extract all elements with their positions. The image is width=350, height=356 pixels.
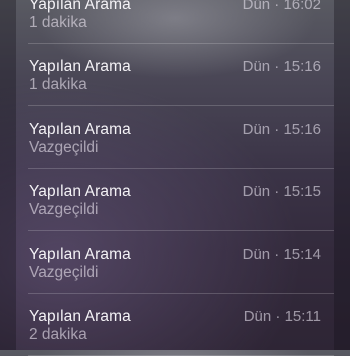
call-type: Yapılan Arama <box>29 183 131 200</box>
call-type: Yapılan Arama <box>29 58 131 75</box>
call-detail: 1 dakika <box>29 14 87 31</box>
call-type: Yapılan Arama <box>29 0 131 13</box>
call-detail: 1 dakika <box>29 76 87 93</box>
call-type: Yapılan Arama <box>29 121 131 138</box>
call-time: Dün · 15:16 <box>242 121 321 138</box>
call-detail: Vazgeçildi <box>29 264 99 281</box>
left-edge-shade <box>0 0 16 350</box>
call-time: Dün · 16:02 <box>242 0 321 13</box>
call-row[interactable]: Yapılan Arama Vazgeçildi Dün · 15:15 <box>16 169 334 231</box>
call-detail: Vazgeçildi <box>29 201 99 218</box>
call-row[interactable]: Yapılan Arama 1 dakika Dün · 16:02 <box>16 0 334 44</box>
recent-calls-list: Yapılan Arama 1 dakika Dün · 16:02 Yapıl… <box>16 0 334 356</box>
call-row[interactable]: Yapılan Arama Vazgeçildi Dün · 15:16 <box>16 107 334 169</box>
call-detail: 2 dakika <box>29 326 87 343</box>
call-row[interactable]: Yapılan Arama 2 dakika Dün · 15:11 <box>16 294 334 356</box>
call-detail: Vazgeçildi <box>29 139 99 156</box>
call-time: Dün · 15:14 <box>242 246 321 263</box>
call-row[interactable]: Yapılan Arama 1 dakika Dün · 15:16 <box>16 44 334 106</box>
call-type: Yapılan Arama <box>29 308 131 325</box>
call-time: Dün · 15:11 <box>243 308 321 325</box>
call-row[interactable]: Yapılan Arama Vazgeçildi Dün · 15:14 <box>16 232 334 294</box>
call-type: Yapılan Arama <box>29 246 131 263</box>
call-time: Dün · 15:15 <box>242 183 321 200</box>
call-time: Dün · 15:16 <box>242 58 321 75</box>
right-edge-shade <box>334 0 350 350</box>
